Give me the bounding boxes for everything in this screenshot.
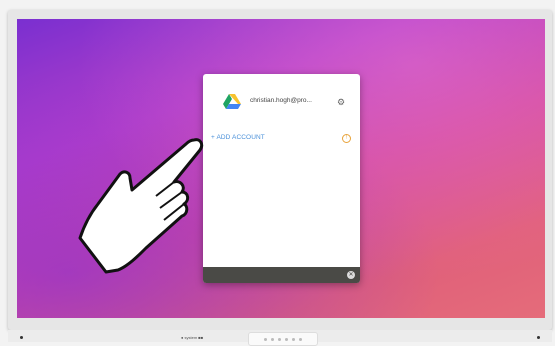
- dock-item[interactable]: [299, 337, 302, 341]
- gear-icon[interactable]: ⚙: [337, 98, 345, 107]
- dock-item[interactable]: [278, 337, 281, 341]
- dock-item[interactable]: [264, 337, 267, 341]
- dock-item[interactable]: [271, 337, 274, 341]
- dock-item[interactable]: [292, 337, 295, 341]
- panel-footer: ✕: [203, 267, 360, 283]
- close-icon[interactable]: ✕: [347, 271, 355, 279]
- info-icon[interactable]: !: [342, 134, 351, 143]
- bezel-label: ● system ■■: [181, 335, 204, 340]
- account-email: christian.hogh@pro...: [250, 97, 312, 104]
- dock[interactable]: [248, 332, 318, 346]
- pointing-hand-icon: [78, 138, 204, 274]
- bezel-dot-right: [537, 336, 540, 339]
- add-account-button[interactable]: + ADD ACCOUNT: [211, 134, 265, 141]
- account-row[interactable]: christian.hogh@pro... ⚙: [203, 74, 360, 124]
- dock-item[interactable]: [285, 337, 288, 341]
- cloud-accounts-panel: christian.hogh@pro... ⚙ + ADD ACCOUNT ! …: [203, 74, 360, 283]
- google-drive-icon: [223, 94, 241, 109]
- bezel-dot-left: [20, 336, 23, 339]
